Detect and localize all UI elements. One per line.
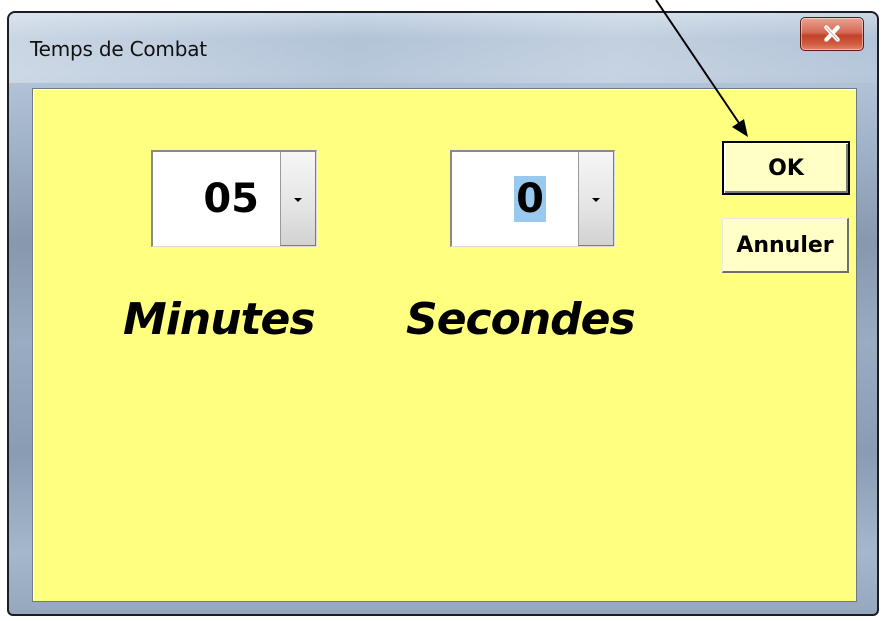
- close-icon: [824, 25, 840, 42]
- minutes-value[interactable]: 05: [153, 152, 259, 246]
- ok-button[interactable]: OK: [722, 141, 850, 195]
- arrow-down-icon: [294, 197, 302, 202]
- dialog-client-area: 05 0 Minutes Secondes OK Annuler: [32, 88, 857, 602]
- minutes-down-button[interactable]: [280, 152, 316, 246]
- seconds-value[interactable]: 0: [452, 152, 546, 246]
- minutes-value-text: 05: [203, 176, 259, 222]
- minutes-spinner[interactable]: 05: [151, 150, 317, 247]
- ok-button-label: OK: [768, 155, 804, 181]
- dialog-window: Temps de Combat 05 0 Minutes Secondes OK…: [7, 11, 879, 616]
- minutes-label: Minutes: [123, 294, 316, 345]
- close-button[interactable]: [800, 17, 864, 51]
- window-title: Temps de Combat: [30, 37, 207, 61]
- seconds-label: Secondes: [406, 294, 636, 345]
- seconds-down-button[interactable]: [578, 152, 614, 246]
- seconds-value-text: 0: [514, 176, 546, 222]
- cancel-button-label: Annuler: [736, 232, 834, 258]
- title-bar[interactable]: Temps de Combat: [9, 13, 877, 83]
- seconds-spinner[interactable]: 0: [450, 150, 615, 247]
- screenshot-page: Temps de Combat 05 0 Minutes Secondes OK…: [0, 0, 886, 621]
- arrow-down-icon: [592, 197, 600, 202]
- cancel-button[interactable]: Annuler: [722, 218, 849, 273]
